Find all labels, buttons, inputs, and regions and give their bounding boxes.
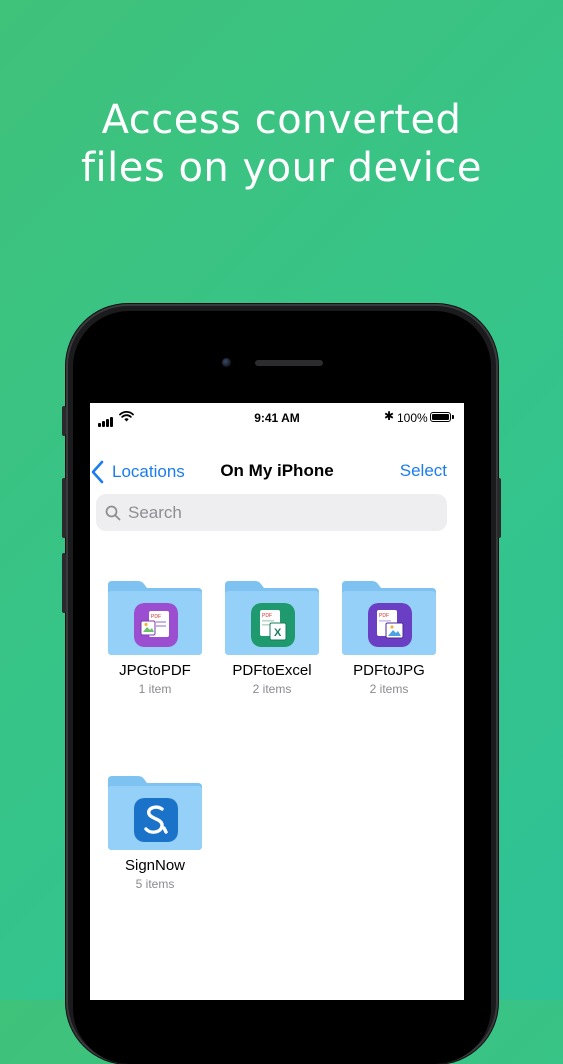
pdf-to-jpg-app-icon: PDF <box>368 603 412 647</box>
battery-percentage: 100% <box>397 411 428 425</box>
bluetooth-icon: ✱ <box>384 409 395 423</box>
jpg-to-pdf-app-icon: PDF <box>134 603 178 647</box>
headline: Access converted files on your device <box>0 96 563 192</box>
headline-line-2: files on your device <box>80 145 483 191</box>
search-input[interactable]: Search <box>96 494 447 531</box>
phone-screen: 9:41 AM ✱ 100% Locations On My iPhone Se… <box>90 403 464 1000</box>
svg-text:PDF: PDF <box>379 613 389 619</box>
folder-jpgtopdf[interactable]: PDF JPGtoPDF 1 item <box>91 581 202 711</box>
status-bar: 9:41 AM ✱ 100% <box>90 403 464 433</box>
volume-up-button <box>62 478 66 538</box>
front-camera <box>222 358 231 367</box>
folder-name: SignNow <box>124 857 186 874</box>
battery-icon <box>430 412 454 422</box>
svg-text:X: X <box>274 627 282 639</box>
navigation-bar: Locations On My iPhone Select <box>90 455 464 487</box>
folder-name: PDFtoJPG <box>353 662 425 679</box>
svg-text:PDF: PDF <box>151 614 161 620</box>
power-button <box>497 478 501 538</box>
svg-text:PDF: PDF <box>262 613 272 619</box>
folder-item-count: 5 items <box>135 877 175 891</box>
folder-item-count: 2 items <box>252 682 292 696</box>
volume-down-button <box>62 553 66 613</box>
folder-signnow[interactable]: SignNow 5 items <box>91 776 202 906</box>
folder-name: PDFtoExcel <box>232 662 312 679</box>
headline-line-1: Access converted <box>101 97 462 143</box>
folder-pdftojpg[interactable]: PDF PDFtoJPG 2 items <box>325 581 436 711</box>
signnow-app-icon <box>134 798 178 842</box>
folder-name: JPGtoPDF <box>119 662 191 679</box>
folder-item-count: 1 item <box>138 682 172 696</box>
folder-pdftoexcel[interactable]: PDF X PDFtoExcel 2 items <box>208 581 319 711</box>
search-icon <box>105 505 121 520</box>
pdf-to-excel-app-icon: PDF X <box>251 603 295 647</box>
select-button[interactable]: Select <box>400 461 447 481</box>
folder-item-count: 2 items <box>369 682 409 696</box>
search-placeholder: Search <box>128 502 182 522</box>
earpiece-speaker <box>255 360 323 366</box>
mute-switch <box>62 406 66 436</box>
